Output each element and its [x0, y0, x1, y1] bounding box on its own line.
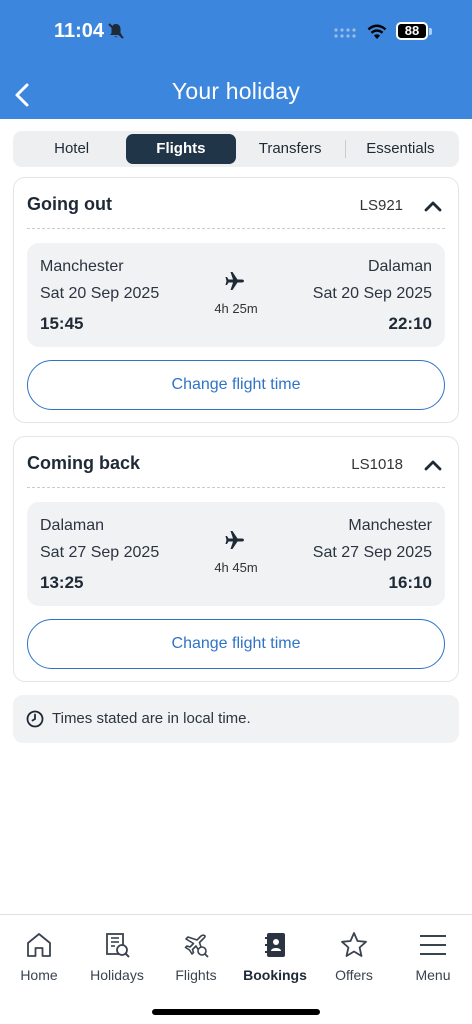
bell-muted-icon — [108, 23, 124, 39]
nav-label: Holidays — [90, 967, 144, 983]
holidays-icon — [106, 933, 130, 958]
local-time-note: Times stated are in local time. — [13, 695, 459, 743]
tab-hotel[interactable]: Hotel — [17, 134, 126, 164]
chevron-up-icon[interactable] — [423, 455, 443, 475]
nav-flights[interactable]: Flights — [157, 929, 235, 989]
arrival-city: Manchester — [348, 517, 432, 534]
arrival-time: 16:10 — [388, 573, 432, 592]
inbound-flight-card: Coming back LS1018 Dalaman Sat 27 Sep 20… — [13, 436, 459, 682]
nav-home[interactable]: Home — [0, 929, 78, 989]
note-text: Times stated are in local time. — [52, 710, 251, 727]
departure-city: Manchester — [40, 258, 124, 275]
tab-essentials[interactable]: Essentials — [346, 134, 455, 164]
outbound-leg: Manchester Sat 20 Sep 2025 15:45 4h 25m … — [27, 243, 445, 347]
plane-icon — [225, 531, 244, 549]
outbound-title: Going out — [27, 194, 112, 214]
home-icon — [27, 933, 51, 957]
bookings-icon — [265, 933, 285, 957]
nav-holidays[interactable]: Holidays — [78, 929, 156, 989]
nav-label: Flights — [175, 967, 217, 983]
nav-label: Offers — [335, 967, 373, 983]
arrival-date: Sat 27 Sep 2025 — [312, 544, 432, 561]
tab-transfers[interactable]: Transfers — [236, 134, 345, 164]
nav-label: Bookings — [243, 967, 307, 983]
nav-bookings[interactable]: Bookings — [236, 929, 314, 989]
tab-flights[interactable]: Flights — [126, 134, 236, 164]
cellular-signal-icon — [334, 28, 356, 38]
outbound-flight-card: Going out LS921 Manchester Sat 20 Sep 20… — [13, 177, 459, 423]
change-flight-time-button[interactable]: Change flight time — [27, 360, 445, 410]
home-indicator — [152, 1009, 320, 1015]
status-time: 11:04 — [54, 20, 105, 42]
change-flight-time-button[interactable]: Change flight time — [27, 619, 445, 669]
inbound-title: Coming back — [27, 453, 141, 473]
nav-label: Menu — [415, 967, 451, 983]
outbound-card-header[interactable]: Going out LS921 — [27, 192, 445, 222]
divider — [27, 228, 445, 229]
wifi-icon — [367, 24, 387, 39]
nav-offers[interactable]: Offers — [315, 929, 393, 989]
flight-duration: 4h 45m — [214, 560, 258, 575]
arrival-date: Sat 20 Sep 2025 — [312, 285, 432, 302]
arrival-time: 22:10 — [388, 314, 432, 333]
inbound-flight-number: LS1018 — [351, 456, 403, 473]
battery-indicator: 88 — [396, 22, 428, 40]
battery-cap — [429, 28, 432, 35]
departure-time: 15:45 — [40, 314, 84, 333]
inbound-card-header[interactable]: Coming back LS1018 — [27, 451, 445, 481]
clock-icon — [26, 710, 44, 728]
nav-label: Home — [20, 967, 58, 983]
page-title: Your holiday — [171, 78, 301, 104]
outbound-flight-number: LS921 — [359, 197, 403, 214]
divider — [27, 487, 445, 488]
flights-icon — [184, 934, 209, 958]
bottom-navigation: Home Holidays Flights Bookings Offers Me… — [0, 914, 472, 1024]
menu-icon — [420, 935, 446, 955]
chevron-up-icon[interactable] — [423, 196, 443, 216]
arrival-city: Dalaman — [367, 258, 432, 275]
star-icon — [341, 932, 367, 957]
plane-icon — [225, 272, 244, 290]
flight-duration: 4h 25m — [214, 301, 258, 316]
app-header: 11:04 88 Your holiday — [0, 0, 472, 119]
departure-city: Dalaman — [40, 517, 105, 534]
nav-menu[interactable]: Menu — [394, 929, 472, 989]
departure-time: 13:25 — [40, 573, 84, 592]
section-tabs: Hotel Flights Transfers Essentials — [13, 131, 459, 167]
inbound-leg: Dalaman Sat 27 Sep 2025 13:25 4h 45m Man… — [27, 502, 445, 606]
